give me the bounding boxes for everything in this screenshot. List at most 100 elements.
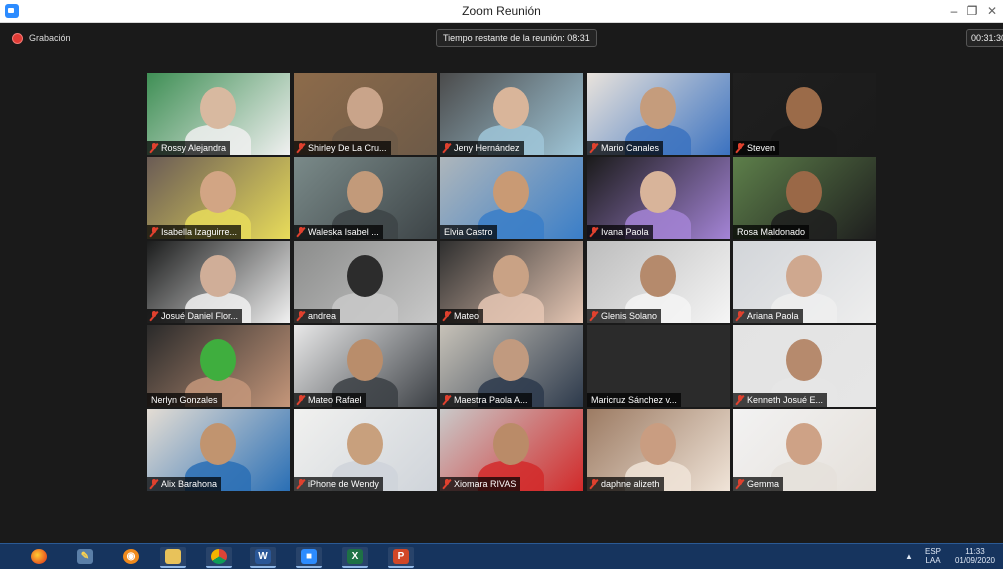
- participant-name-label: Rossy Alejandra: [147, 141, 231, 155]
- language-indicator[interactable]: ESP LAA: [922, 547, 944, 565]
- excel-icon[interactable]: X: [342, 547, 368, 568]
- participant-name-label: Mateo Rafael: [294, 393, 366, 407]
- participant-tile[interactable]: Mario Canales: [587, 73, 730, 155]
- muted-mic-icon: [297, 311, 305, 321]
- participant-name: Xiomara RIVAS: [454, 479, 517, 489]
- participant-tile[interactable]: Nerlyn Gonzales: [147, 325, 290, 407]
- muted-mic-icon: [736, 143, 744, 153]
- chrome-icon[interactable]: [206, 547, 232, 568]
- participant-name: Ariana Paola: [747, 311, 799, 321]
- participant-tile[interactable]: Ariana Paola: [733, 241, 876, 323]
- participant-name: Jeny Hernández: [454, 143, 520, 153]
- participant-name: Glenis Solano: [601, 311, 658, 321]
- close-button[interactable]: ✕: [982, 2, 1002, 20]
- participant-name: Ivana Paola: [601, 227, 649, 237]
- muted-mic-icon: [736, 395, 744, 405]
- participant-tile[interactable]: iPhone de Wendy: [294, 409, 437, 491]
- participant-name: Nerlyn Gonzales: [151, 395, 218, 405]
- participant-tile[interactable]: Steven: [733, 73, 876, 155]
- muted-mic-icon: [150, 479, 158, 489]
- participant-name: andrea: [308, 311, 337, 321]
- muted-mic-icon: [736, 479, 744, 489]
- muted-mic-icon: [443, 479, 451, 489]
- participant-tile[interactable]: Ivana Paola: [587, 157, 730, 239]
- muted-mic-icon: [297, 143, 305, 153]
- participant-tile[interactable]: Isabella Izaguirre...: [147, 157, 290, 239]
- muted-mic-icon: [590, 227, 598, 237]
- recording-indicator[interactable]: Grabación: [12, 30, 71, 46]
- participant-name-label: Mario Canales: [587, 141, 664, 155]
- participant-tile[interactable]: Shirley De La Cru...: [294, 73, 437, 155]
- participant-name-label: Jeny Hernández: [440, 141, 524, 155]
- participant-name: Shirley De La Cru...: [308, 143, 387, 153]
- tray-expand-icon[interactable]: ▲: [905, 552, 913, 561]
- meeting-area: Grabación Tiempo restante de la reunión:…: [0, 23, 1003, 543]
- muted-mic-icon: [443, 311, 451, 321]
- muted-mic-icon: [150, 227, 158, 237]
- muted-mic-icon: [443, 143, 451, 153]
- participant-tile[interactable]: Maestra Paola A...: [440, 325, 583, 407]
- participant-name: Mario Canales: [601, 143, 660, 153]
- participant-tile[interactable]: Rossy Alejandra: [147, 73, 290, 155]
- participant-tile[interactable]: Mateo Rafael: [294, 325, 437, 407]
- time-remaining-badge: Tiempo restante de la reunión: 08:31: [436, 29, 597, 47]
- muted-mic-icon: [297, 479, 305, 489]
- participant-name: Gemma: [747, 479, 780, 489]
- muted-mic-icon: [590, 479, 598, 489]
- participant-tile[interactable]: Mateo: [440, 241, 583, 323]
- record-icon: [12, 32, 23, 44]
- muted-mic-icon: [736, 311, 744, 321]
- participant-tile[interactable]: daphne alizeth: [587, 409, 730, 491]
- participant-name: iPhone de Wendy: [308, 479, 379, 489]
- browser-icon[interactable]: ◉: [118, 547, 144, 566]
- participant-tile[interactable]: Jeny Hernández: [440, 73, 583, 155]
- participant-name-label: Josué Daniel Flor...: [147, 309, 243, 323]
- windows-taskbar: ✎ ◉ W ■ X P ▲ ESP LAA 11:33 01/09/2020: [0, 543, 1003, 569]
- muted-mic-icon: [297, 395, 305, 405]
- participant-tile[interactable]: Gemma: [733, 409, 876, 491]
- muted-mic-icon: [590, 143, 598, 153]
- participant-name: Maricruz Sánchez v...: [591, 395, 677, 405]
- participant-name: Steven: [747, 143, 776, 153]
- participant-name-label: Elvia Castro: [440, 225, 497, 239]
- participant-tile[interactable]: Rosa Maldonado: [733, 157, 876, 239]
- firefox-icon[interactable]: [26, 547, 52, 566]
- participant-name: Rosa Maldonado: [737, 227, 806, 237]
- maximize-button[interactable]: ❐: [962, 2, 982, 20]
- participant-tile[interactable]: Maricruz Sánchez v...: [587, 325, 730, 407]
- minimize-button[interactable]: –: [944, 2, 964, 20]
- participant-tile[interactable]: Kenneth Josué E...: [733, 325, 876, 407]
- powerpoint-icon[interactable]: P: [388, 547, 414, 568]
- participant-name-label: Isabella Izaguirre...: [147, 225, 242, 239]
- participant-tile[interactable]: andrea: [294, 241, 437, 323]
- muted-mic-icon: [297, 227, 305, 237]
- participant-tile[interactable]: Glenis Solano: [587, 241, 730, 323]
- participant-name-label: Shirley De La Cru...: [294, 141, 391, 155]
- participant-tile[interactable]: Josué Daniel Flor...: [147, 241, 290, 323]
- title-bar: Zoom Reunión – ❐ ✕: [0, 0, 1003, 23]
- participant-name-label: Mateo: [440, 309, 484, 323]
- zoom-icon[interactable]: ■: [296, 547, 322, 568]
- participant-name-label: Waleska Isabel ...: [294, 225, 383, 239]
- participant-name-label: Ivana Paola: [587, 225, 653, 239]
- word-icon[interactable]: W: [250, 547, 276, 568]
- elapsed-time: 00:31:30: [966, 29, 1003, 47]
- participant-name: Waleska Isabel ...: [308, 227, 379, 237]
- muted-mic-icon: [590, 311, 598, 321]
- participant-name-label: Steven: [733, 141, 780, 155]
- paint-icon[interactable]: ✎: [72, 547, 98, 566]
- clock[interactable]: 11:33 01/09/2020: [953, 547, 997, 565]
- participant-name: Alix Barahona: [161, 479, 218, 489]
- participant-name-label: iPhone de Wendy: [294, 477, 383, 491]
- participant-tile[interactable]: Xiomara RIVAS: [440, 409, 583, 491]
- participant-tile[interactable]: Elvia Castro: [440, 157, 583, 239]
- participant-name: Maestra Paola A...: [454, 395, 528, 405]
- participant-name: Rossy Alejandra: [161, 143, 227, 153]
- file-explorer-icon[interactable]: [160, 547, 186, 568]
- participant-name: Isabella Izaguirre...: [161, 227, 238, 237]
- participant-name-label: Gemma: [733, 477, 784, 491]
- participant-tile[interactable]: Waleska Isabel ...: [294, 157, 437, 239]
- participant-name-label: Rosa Maldonado: [733, 225, 810, 239]
- muted-mic-icon: [443, 395, 451, 405]
- participant-tile[interactable]: Alix Barahona: [147, 409, 290, 491]
